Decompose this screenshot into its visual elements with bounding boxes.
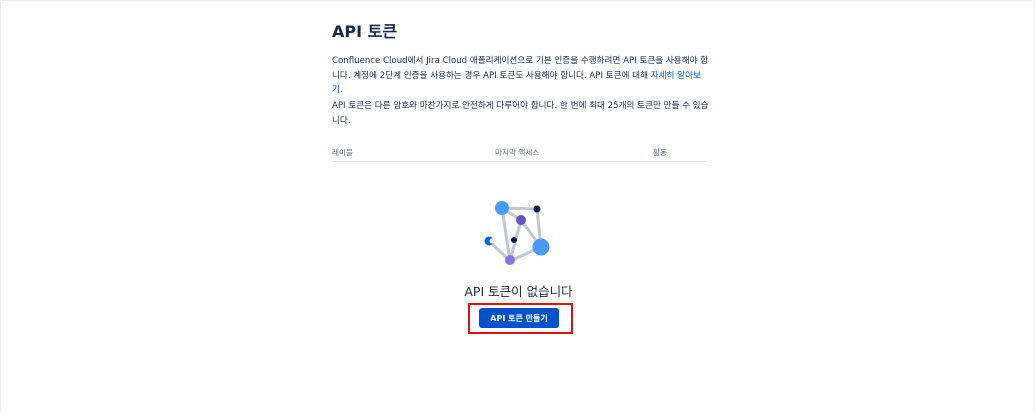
node-purple: [505, 255, 515, 265]
network-illustration: [484, 201, 550, 265]
column-header-label: 레이블: [332, 148, 353, 157]
empty-state-title: API 토큰이 없습니다: [464, 284, 573, 299]
node-dark: [511, 237, 517, 243]
column-header-action: 활동: [653, 148, 667, 157]
node-large-blue: [532, 238, 550, 256]
tokens-table-header: 레이블 마지막 액세스 활동: [332, 147, 706, 162]
page-description: Confluence Cloud에서 Jira Cloud 애플리케이션으로 기…: [332, 54, 710, 98]
create-api-token-button[interactable]: API 토큰 만들기: [479, 308, 559, 328]
column-header-last-accessed: 마지막 액세스: [495, 148, 540, 157]
node-large-blue: [495, 201, 509, 215]
empty-state: API 토큰이 없습니다 API 토큰 만들기: [1, 196, 1035, 346]
node-purple: [516, 215, 526, 225]
network-edges: [487, 206, 543, 263]
node-dark: [533, 205, 541, 213]
node-highlight: [489, 238, 495, 244]
page-title: API 토큰: [332, 22, 398, 41]
description-end: .: [339, 85, 343, 96]
page-container: API 토큰 Confluence Cloud에서 Jira Cloud 애플리…: [0, 0, 1035, 412]
security-note: API 토큰은 다른 암호와 마찬가지로 안전하게 다루어야 합니다. 한 번에…: [332, 101, 709, 126]
